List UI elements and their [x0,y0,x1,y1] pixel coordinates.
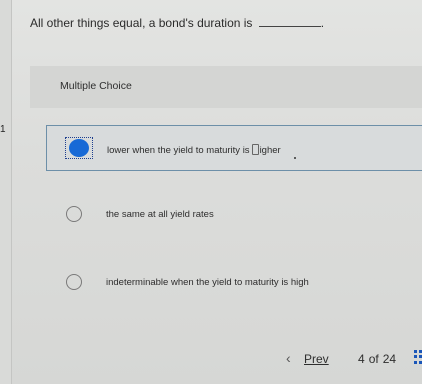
grid-icon[interactable] [414,350,422,364]
option-3[interactable]: indeterminable when the yield to maturit… [46,260,422,306]
option-3-label: indeterminable when the yield to maturit… [106,277,309,288]
question-number: 1 [0,124,6,135]
radio-unselected-icon[interactable] [66,274,82,290]
stray-dot [294,157,296,159]
current-page: 4 [358,352,365,366]
radio-focus-outline[interactable] [65,137,93,159]
option-1-text-start: lower when the yield to maturity is [107,145,250,156]
question-text: All other things equal, a bond's duratio… [30,16,324,30]
prev-button[interactable]: Prev [304,352,329,366]
option-1[interactable]: lower when the yield to maturity is igher [46,125,422,171]
radio-selected-icon[interactable] [69,139,89,157]
of-label: of [368,352,379,366]
text-cursor-icon [251,144,259,155]
section-label: Multiple Choice [60,80,132,92]
option-1-label: lower when the yield to maturity is igher [107,144,281,156]
option-2[interactable]: the same at all yield rates [46,192,422,238]
question-end-punct: . [320,16,325,30]
radio-unselected-icon[interactable] [66,206,82,222]
chevron-left-icon[interactable]: ‹ [286,350,291,366]
quiz-page: 1 All other things equal, a bond's durat… [0,0,422,384]
option-2-label: the same at all yield rates [106,209,214,220]
page-counter: 4 of 24 [358,352,400,366]
total-pages: 24 [382,352,397,366]
option-1-text-end: igher [259,145,281,156]
question-stem: All other things equal, a bond's duratio… [30,16,253,30]
answer-blank [258,16,321,27]
left-panel-edge [0,0,12,384]
